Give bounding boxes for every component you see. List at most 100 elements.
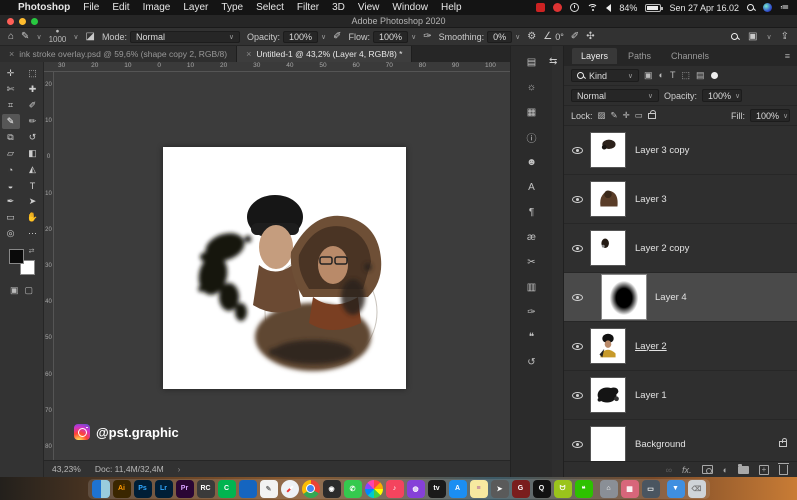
app-menus-item[interactable]: Photoshop [18,2,70,13]
dock-wechat[interactable]: ❝ [575,480,593,498]
close-tab-icon[interactable]: × [9,49,14,59]
path-select-tool-icon[interactable]: ➤ [24,194,42,209]
delete-layer-icon[interactable] [779,465,788,475]
dock-folder-pink[interactable]: ▦ [621,480,639,498]
gradient-tool-icon[interactable]: ◧ [24,146,42,161]
app-menus-item[interactable]: Select [256,2,284,13]
clone-stamp-tool-icon[interactable]: ⧉ [2,130,20,145]
pattern-panel-icon[interactable]: ▥ [522,279,542,295]
app-menus-item[interactable]: Image [143,2,171,13]
layer-name[interactable]: Layer 3 [635,194,667,205]
layer-row[interactable]: Layer 3 copy [564,126,797,175]
dock-rocket[interactable]: ➤ [491,480,509,498]
learn-panel-icon[interactable]: ☼ [522,79,542,95]
layer-thumbnail[interactable] [590,181,626,217]
panel-menu-icon[interactable]: ≡ [785,51,790,61]
color-panel-icon[interactable]: ▤ [522,54,542,70]
dock-podcasts[interactable]: ◍ [407,480,425,498]
zoom-level[interactable]: 43,23% [52,464,81,474]
dock-camtasia[interactable]: C [218,480,236,498]
dock-android[interactable]: ᗢ [554,480,572,498]
visibility-eye-icon[interactable] [572,147,583,154]
add-mask-icon[interactable] [702,465,713,474]
app-menus-item[interactable]: Help [441,2,462,13]
spotlight-icon[interactable] [747,4,755,12]
chevron-down-icon[interactable]: ∨ [411,33,416,41]
layer-thumbnail[interactable] [602,275,646,319]
layer-row[interactable]: Layer 1 [564,371,797,420]
lock-all-icon[interactable] [648,113,656,119]
lock-option-icons-item[interactable]: ✛ [623,110,630,121]
dock-appstore[interactable]: A [449,480,467,498]
eraser-tool-icon[interactable]: ▱ [2,146,20,161]
document-tab-active[interactable]: × Untitled-1 @ 43,2% (Layer 4, RGB/8) * [237,46,412,62]
scissors-panel-icon[interactable]: ✂ [522,254,542,270]
dock-chrome[interactable] [302,480,320,498]
wifi-icon[interactable] [587,4,598,12]
hand-tool-icon[interactable]: ✋ [24,210,42,225]
canvas-area[interactable]: @pst.graphic [54,72,510,460]
app-menus-item[interactable]: Type [221,2,243,13]
app-menus-item[interactable]: Layer [183,2,208,13]
app-menus-item[interactable]: Edit [112,2,129,13]
record-icon[interactable] [553,3,562,12]
paragraph-panel-icon[interactable]: ¶ [522,204,542,220]
layer-name[interactable]: Layer 1 [635,390,667,401]
app-menus-item[interactable]: File [83,2,99,13]
blend-mode-select[interactable]: Normal∨ [571,89,659,102]
layer-thumbnail[interactable] [590,132,626,168]
filter-kind-select[interactable]: Kind ∨ [571,69,639,82]
brush-angle-icon[interactable]: ∠ [543,31,552,42]
visibility-eye-icon[interactable] [572,343,583,350]
symmetry-icon[interactable]: ✣ [586,31,594,42]
flow-field[interactable]: 100% [373,31,408,43]
dock-folder-home[interactable]: ⌂ [600,480,618,498]
filter-type-icons-item[interactable]: T [670,70,676,81]
filter-type-icons-item[interactable]: ◐ [659,70,664,81]
dock-illustrator[interactable]: Ai [113,480,131,498]
dock-messenger[interactable]: ✆ [344,480,362,498]
filter-toggle-icon[interactable] [711,72,718,79]
brush-panel-toggle-icon[interactable]: ◪ [85,31,94,42]
dock-tv[interactable]: tv [428,480,446,498]
search-icon[interactable] [731,33,739,41]
time-machine-icon[interactable] [570,3,579,12]
smoothing-gear-icon[interactable]: ⚙ [527,31,536,42]
dock-sep[interactable] [663,481,664,497]
layer-row-selected[interactable]: Layer 4 [564,273,797,322]
workspace-switcher-icon[interactable]: ▣ [748,31,757,42]
shape-tool-icon[interactable]: ▭ [2,210,20,225]
visibility-eye-icon[interactable] [572,196,583,203]
pen-tool-icon[interactable]: ✒ [2,194,20,209]
tab-layers[interactable]: Layers [572,48,617,64]
zoom-tool-icon[interactable]: ◎ [2,226,20,241]
layer-name[interactable]: Background [635,439,686,450]
brush-preset-icon[interactable]: ✎ [21,31,29,42]
pressure-size-icon[interactable]: ✐ [571,31,579,42]
crop-tool-icon[interactable]: ⌗ [2,98,20,113]
share-icon[interactable]: ⇪ [781,31,789,42]
app-menus-item[interactable]: 3D [332,2,345,13]
app-menus-item[interactable]: Window [392,2,428,13]
foreground-color-swatch[interactable] [9,249,24,264]
smoothing-field[interactable]: 0% [487,31,512,43]
brush-size-preview[interactable]: ●1000 [49,29,67,44]
app-menus-item[interactable]: View [358,2,380,13]
sharpen-tool-icon[interactable]: ◭ [24,162,42,177]
notification-center-icon[interactable]: ≔ [780,2,789,13]
glyphs-panel-icon[interactable]: æ [522,229,542,245]
dock-wheel[interactable]: ◉ [323,480,341,498]
status-chevron-icon[interactable]: › [178,464,181,474]
visibility-eye-icon[interactable] [572,245,583,252]
battery-icon[interactable] [645,4,661,12]
lock-option-icons-item[interactable]: ▭ [635,110,643,121]
dodge-tool-icon[interactable]: ◒ [2,178,20,193]
dock-photoshop[interactable]: Ps [134,480,152,498]
new-layer-icon[interactable]: + [759,465,769,475]
layer-thumbnail[interactable] [590,328,626,364]
info-panel-icon[interactable]: ⓘ [522,129,542,145]
lasso-tool-icon[interactable]: ✄ [2,82,20,97]
chevron-down-icon[interactable]: ∨ [36,33,41,41]
layer-name[interactable]: Layer 2 [635,341,667,352]
chevron-down-icon[interactable]: ∨ [515,33,520,41]
